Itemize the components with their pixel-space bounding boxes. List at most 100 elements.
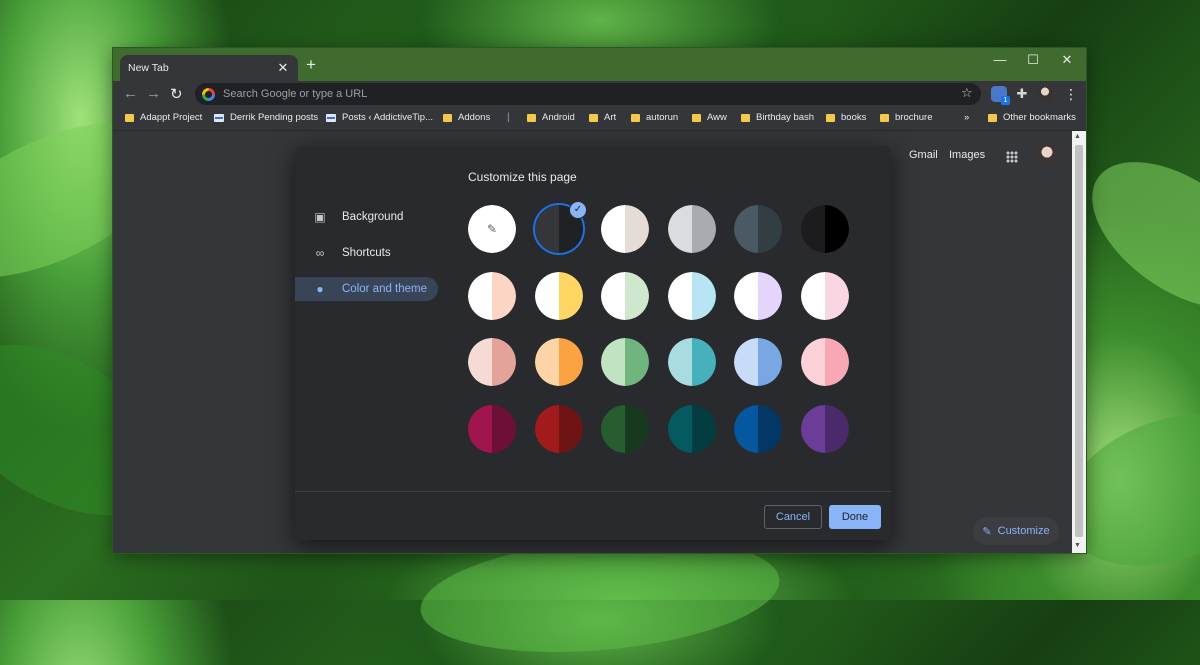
color-swatch[interactable] (734, 405, 782, 453)
color-swatch[interactable] (801, 205, 849, 253)
color-swatch[interactable] (801, 272, 849, 320)
sidebar-item-color-and-theme[interactable]: ● Color and theme (295, 277, 438, 301)
swatch-right-half (758, 405, 782, 453)
swatch-right-half (625, 405, 649, 453)
images-link[interactable]: Images (949, 149, 985, 161)
swatch-right-half (758, 272, 782, 320)
more-menu-icon[interactable]: ⋮ (1063, 86, 1079, 102)
swatch-left-half (668, 405, 692, 453)
swatch-right-half (692, 405, 716, 453)
account-avatar[interactable] (1035, 143, 1059, 167)
swatch-left-half (668, 338, 692, 386)
swatch-left-half (535, 205, 559, 253)
minimize-button[interactable]: — (983, 52, 1017, 67)
apps-grid-icon[interactable] (1006, 151, 1018, 163)
color-swatch[interactable] (468, 272, 516, 320)
sidebar-item-background[interactable]: ▣ Background (295, 205, 438, 229)
tab-close-icon[interactable]: ✕ (276, 60, 290, 76)
bookmark-item[interactable]: Aww (692, 112, 727, 123)
color-swatch[interactable] (601, 272, 649, 320)
new-tab-button[interactable]: + (306, 56, 316, 74)
color-swatch[interactable] (601, 205, 649, 253)
swatch-left-half (601, 405, 625, 453)
forward-arrow-icon[interactable]: → (146, 85, 161, 102)
swatch-left-half (801, 405, 825, 453)
cancel-button[interactable]: Cancel (764, 505, 822, 529)
tab-new-tab[interactable]: New Tab ✕ (120, 55, 298, 81)
scroll-thumb[interactable] (1075, 145, 1083, 537)
swatch-right-half (758, 338, 782, 386)
bookmark-item[interactable]: Birthday bash (741, 112, 814, 123)
omnibox-input[interactable] (221, 87, 925, 101)
color-swatch[interactable] (801, 338, 849, 386)
swatch-right-half (758, 205, 782, 253)
swatch-right-half (625, 272, 649, 320)
color-swatch[interactable] (668, 338, 716, 386)
extensions-puzzle-icon[interactable]: ✚ (1014, 86, 1030, 102)
custom-color-swatch[interactable]: ✎ (468, 205, 516, 253)
swatch-right-half (492, 272, 516, 320)
scroll-down-arrow-icon[interactable]: ▼ (1074, 542, 1081, 549)
color-swatch[interactable] (668, 205, 716, 253)
done-button[interactable]: Done (829, 505, 881, 529)
maximize-button[interactable]: ☐ (1016, 52, 1050, 68)
color-swatch[interactable] (734, 272, 782, 320)
color-swatch[interactable]: ✓ (535, 201, 587, 253)
profile-avatar-icon[interactable] (1037, 86, 1053, 102)
extension-icon[interactable]: 1 (991, 86, 1010, 105)
bookmarks-overflow-chevron-icon[interactable]: » (964, 112, 969, 123)
color-swatch[interactable] (468, 405, 516, 453)
pencil-icon: ✎ (982, 525, 992, 538)
color-swatch[interactable] (668, 405, 716, 453)
bookmark-item[interactable]: Android (527, 112, 575, 123)
bookmark-item[interactable]: Adappt Project (125, 112, 202, 123)
bookmark-star-icon[interactable]: ☆ (961, 85, 973, 101)
scrollbar[interactable]: ▲ ▼ (1072, 131, 1086, 553)
swatch-right-half (625, 205, 649, 253)
color-swatch[interactable] (601, 405, 649, 453)
customize-button[interactable]: ✎ Customize (973, 517, 1059, 545)
bookmark-item[interactable]: brochure (880, 112, 933, 123)
bookmark-item[interactable]: Addons (443, 112, 490, 123)
dialog-title: Customize this page (468, 170, 577, 184)
back-arrow-icon[interactable]: ← (123, 85, 138, 102)
extension-badge: 1 (1001, 96, 1010, 105)
color-swatch[interactable] (468, 338, 516, 386)
tab-title: New Tab (128, 62, 169, 74)
other-bookmarks[interactable]: Other bookmarks (988, 112, 1076, 123)
wallpaper-leaf (1066, 132, 1200, 338)
color-swatch[interactable] (535, 338, 583, 386)
color-swatch[interactable] (801, 405, 849, 453)
bookmark-item[interactable]: Art (589, 112, 616, 123)
bookmarks-separator: | (507, 112, 510, 123)
folder-icon (443, 113, 452, 122)
swatch-left-half (801, 272, 825, 320)
swatch-left-half (601, 338, 625, 386)
color-swatch[interactable] (535, 405, 583, 453)
folder-icon (988, 113, 997, 122)
bookmark-item[interactable]: autorun (631, 112, 678, 123)
swatch-left-half (734, 205, 758, 253)
bookmark-item[interactable]: books (826, 112, 866, 123)
sidebar-item-shortcuts[interactable]: ∞ Shortcuts (295, 241, 438, 265)
bookmark-item[interactable]: Posts ‹ AddictiveTip... (326, 112, 433, 123)
close-window-button[interactable]: ✕ (1050, 52, 1084, 68)
swatch-left-half (734, 405, 758, 453)
scroll-up-arrow-icon[interactable]: ▲ (1074, 133, 1081, 140)
title-bar: New Tab ✕ + — ☐ ✕ (113, 48, 1086, 81)
swatch-left-half (468, 338, 492, 386)
color-swatch[interactable] (734, 205, 782, 253)
color-swatch[interactable] (601, 338, 649, 386)
omnibox[interactable] (195, 83, 981, 105)
color-swatch[interactable] (668, 272, 716, 320)
color-swatch[interactable] (535, 272, 583, 320)
folder-icon (692, 113, 701, 122)
swatch-left-half (535, 338, 559, 386)
reload-icon[interactable]: ↻ (170, 85, 183, 103)
bookmark-item[interactable]: Derrik Pending posts (214, 112, 318, 123)
dialog-divider (295, 491, 891, 492)
color-swatch[interactable] (734, 338, 782, 386)
swatch-right-half (559, 405, 583, 453)
gmail-link[interactable]: Gmail (909, 149, 938, 161)
page-icon (214, 113, 224, 122)
